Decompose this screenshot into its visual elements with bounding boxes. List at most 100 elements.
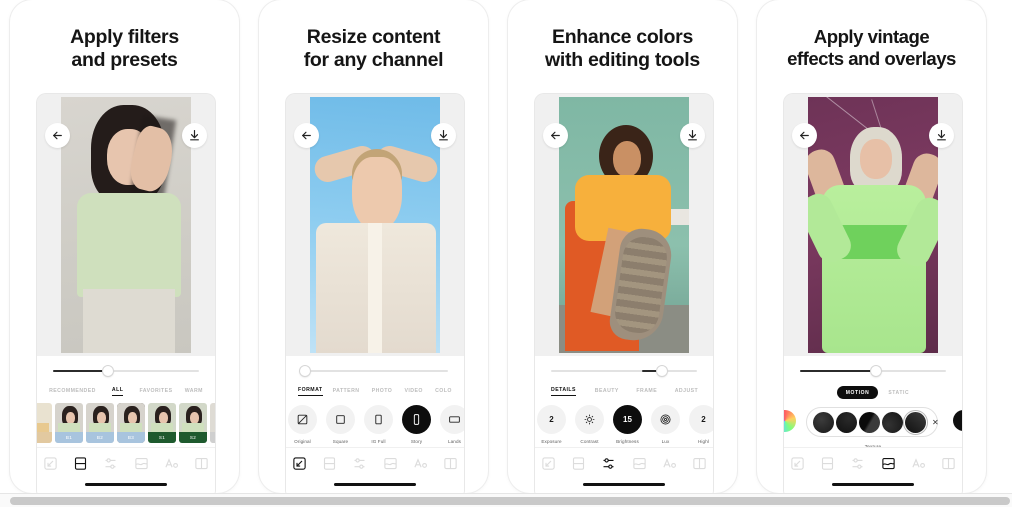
layout-icon[interactable] [941, 456, 956, 471]
segment-static[interactable]: STATIC [888, 390, 909, 396]
adjust-icon[interactable] [601, 456, 616, 471]
text-icon[interactable] [413, 456, 428, 471]
effects-icon[interactable] [632, 456, 647, 471]
presets-icon[interactable] [571, 456, 586, 471]
tool-contrast[interactable]: Contrast [575, 405, 604, 444]
bottom-nav-4[interactable] [784, 447, 962, 493]
bottom-nav-2[interactable] [286, 447, 464, 493]
bottom-nav-1[interactable] [37, 447, 215, 493]
texture-row[interactable]: ✕ [784, 407, 962, 441]
intensity-slider-3[interactable] [551, 366, 697, 376]
tab-frame[interactable]: FRAME [628, 386, 666, 396]
intensity-slider-4[interactable] [800, 366, 946, 376]
motion-static-toggle[interactable]: MOTION STATIC [784, 386, 962, 399]
texture-dot-selected[interactable] [902, 409, 929, 435]
filter-category-tabs[interactable]: RECOMMENDED ALL FAVORITES WARM [37, 385, 215, 396]
presets-icon[interactable] [73, 456, 88, 471]
filter-thumbnail[interactable]: B1 [55, 403, 83, 443]
intensity-slider-2[interactable] [299, 366, 448, 376]
effects-icon[interactable] [881, 456, 896, 471]
crop-icon[interactable] [292, 456, 307, 471]
screenshot-card-2[interactable]: Resize content for any channel FORMAT PA… [259, 0, 488, 493]
tab-warm[interactable]: WARM [179, 386, 209, 396]
texture-dot[interactable] [813, 411, 834, 433]
text-icon[interactable] [164, 456, 179, 471]
edit-category-tabs[interactable]: DETAILS BEAUTY FRAME ADJUST [535, 385, 713, 396]
tab-color[interactable]: COLO [429, 386, 458, 396]
format-option-landscape[interactable]: Lands [440, 405, 464, 444]
tab-format[interactable]: FORMAT [298, 385, 323, 396]
filter-thumbnail-strip[interactable]: B1 B2 B3 S1 S2 [37, 403, 215, 443]
format-category-tabs[interactable]: FORMAT PATTERN PHOTO VIDEO COLO [286, 385, 464, 396]
app-screenshot-gallery[interactable]: Apply filters and presets RECOMMENDED AL… [0, 0, 1012, 493]
filter-thumbnail[interactable] [37, 403, 52, 443]
tab-details[interactable]: DETAILS [551, 385, 576, 396]
format-option-original[interactable]: Original [288, 405, 317, 444]
filter-thumbnail[interactable] [210, 403, 215, 443]
tool-lux[interactable]: Lux [651, 405, 680, 444]
tab-adjust[interactable]: ADJUST [666, 386, 707, 396]
effects-icon[interactable] [383, 456, 398, 471]
tool-highlights[interactable]: 2 Highl [689, 405, 713, 444]
adjust-icon[interactable] [352, 456, 367, 471]
format-option-story[interactable]: Story [402, 405, 431, 444]
back-button-3[interactable] [543, 123, 568, 148]
tab-beauty[interactable]: BEAUTY [586, 386, 628, 396]
crop-icon[interactable] [790, 456, 805, 471]
back-arrow-icon [800, 131, 809, 140]
intensity-slider-1[interactable] [53, 366, 199, 376]
presets-icon[interactable] [820, 456, 835, 471]
tab-video[interactable]: VIDEO [398, 386, 429, 396]
prism-effect-thumbnail[interactable] [784, 410, 796, 432]
adjust-icon[interactable] [103, 456, 118, 471]
text-icon[interactable] [911, 456, 926, 471]
texture-dot[interactable] [882, 411, 903, 433]
texture-dot[interactable] [836, 411, 857, 433]
tab-pattern[interactable]: PATTERN [327, 386, 366, 396]
filter-thumbnail[interactable]: S2 [179, 403, 207, 443]
layout-icon[interactable] [692, 456, 707, 471]
download-button-3[interactable] [680, 123, 705, 148]
photo-canvas-3 [535, 94, 713, 356]
screenshot-card-1[interactable]: Apply filters and presets RECOMMENDED AL… [10, 0, 239, 493]
crop-icon[interactable] [43, 456, 58, 471]
download-button-2[interactable] [431, 123, 456, 148]
tab-all[interactable]: ALL [111, 385, 124, 396]
home-indicator [832, 483, 914, 486]
option-label: Brightness [616, 439, 639, 444]
segment-motion[interactable]: MOTION [836, 386, 879, 399]
tab-favorites[interactable]: FAVORITES [133, 386, 178, 396]
screenshot-card-4[interactable]: Apply vintage effects and overlays MOTIO… [757, 0, 986, 493]
close-icon[interactable]: ✕ [932, 418, 939, 427]
tool-exposure[interactable]: 2 Exposure [537, 405, 566, 444]
edit-tool-options[interactable]: 2 Exposure Contrast 15 Brightness Lux 2 … [535, 405, 713, 444]
effects-icon[interactable] [134, 456, 149, 471]
format-options[interactable]: Original Square IG Full Story Lands [286, 405, 464, 444]
crop-icon[interactable] [541, 456, 556, 471]
layout-icon[interactable] [443, 456, 458, 471]
bottom-nav-3[interactable] [535, 447, 713, 493]
horizontal-scrollbar[interactable] [0, 493, 1012, 507]
back-button-4[interactable] [792, 123, 817, 148]
text-icon[interactable] [662, 456, 677, 471]
scrollbar-thumb[interactable] [10, 497, 1010, 505]
adjust-icon[interactable] [850, 456, 865, 471]
back-button-1[interactable] [45, 123, 70, 148]
screenshot-card-3[interactable]: Enhance colors with editing tools DETAIL… [508, 0, 737, 493]
download-button-1[interactable] [182, 123, 207, 148]
texture-dot[interactable] [859, 411, 880, 433]
tab-recommended[interactable]: RECOMMENDED [43, 386, 102, 396]
layout-icon[interactable] [194, 456, 209, 471]
tool-brightness[interactable]: 15 Brightness [613, 405, 642, 444]
back-button-2[interactable] [294, 123, 319, 148]
filter-thumbnail-selected[interactable]: B3 [117, 403, 145, 443]
download-button-4[interactable] [929, 123, 954, 148]
filter-thumbnail[interactable]: B2 [86, 403, 114, 443]
tab-photo[interactable]: PHOTO [366, 386, 399, 396]
texture-dot[interactable] [953, 410, 962, 431]
filter-thumbnail[interactable]: S1 [148, 403, 176, 443]
format-option-igfull[interactable]: IG Full [364, 405, 393, 444]
presets-icon[interactable] [322, 456, 337, 471]
texture-selector[interactable]: ✕ [806, 407, 939, 437]
format-option-square[interactable]: Square [326, 405, 355, 444]
